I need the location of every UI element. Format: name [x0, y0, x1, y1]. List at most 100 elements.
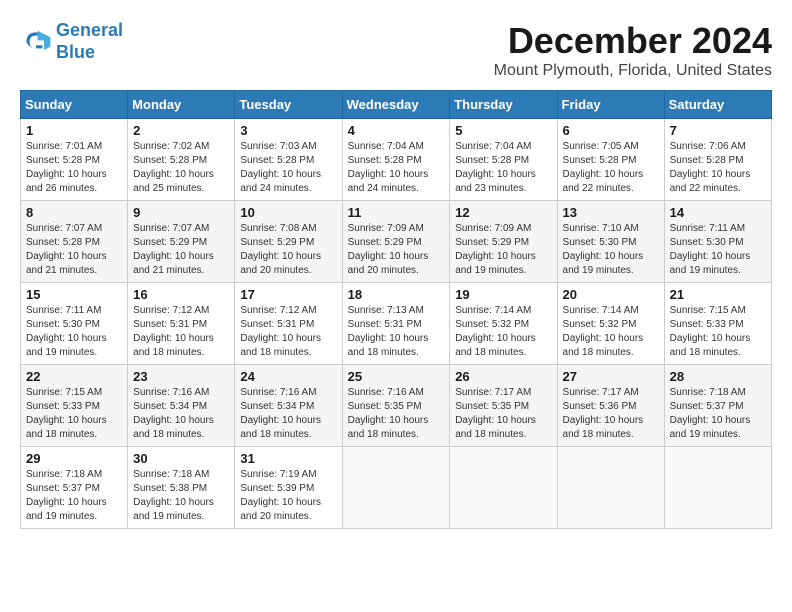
calendar-cell: 28 Sunrise: 7:18 AMSunset: 5:37 PMDaylig… [664, 365, 771, 447]
weekday-header-tuesday: Tuesday [235, 91, 342, 119]
day-number: 2 [133, 123, 229, 138]
day-info: Sunrise: 7:09 AMSunset: 5:29 PMDaylight:… [348, 223, 429, 276]
day-number: 28 [670, 369, 766, 384]
day-info: Sunrise: 7:16 AMSunset: 5:34 PMDaylight:… [240, 387, 321, 440]
logo-line2: Blue [56, 42, 95, 62]
day-info: Sunrise: 7:01 AMSunset: 5:28 PMDaylight:… [26, 141, 107, 194]
day-info: Sunrise: 7:14 AMSunset: 5:32 PMDaylight:… [563, 305, 644, 358]
day-number: 30 [133, 451, 229, 466]
calendar-week-0: 1 Sunrise: 7:01 AMSunset: 5:28 PMDayligh… [21, 119, 772, 201]
calendar-cell: 9 Sunrise: 7:07 AMSunset: 5:29 PMDayligh… [128, 201, 235, 283]
weekday-header-monday: Monday [128, 91, 235, 119]
day-info: Sunrise: 7:15 AMSunset: 5:33 PMDaylight:… [670, 305, 751, 358]
calendar-cell: 26 Sunrise: 7:17 AMSunset: 5:35 PMDaylig… [450, 365, 557, 447]
calendar-cell [664, 447, 771, 529]
day-number: 19 [455, 287, 551, 302]
day-info: Sunrise: 7:14 AMSunset: 5:32 PMDaylight:… [455, 305, 536, 358]
day-info: Sunrise: 7:17 AMSunset: 5:35 PMDaylight:… [455, 387, 536, 440]
calendar-cell: 13 Sunrise: 7:10 AMSunset: 5:30 PMDaylig… [557, 201, 664, 283]
day-number: 11 [348, 205, 445, 220]
calendar-week-3: 22 Sunrise: 7:15 AMSunset: 5:33 PMDaylig… [21, 365, 772, 447]
day-number: 5 [455, 123, 551, 138]
calendar-cell: 25 Sunrise: 7:16 AMSunset: 5:35 PMDaylig… [342, 365, 450, 447]
day-number: 4 [348, 123, 445, 138]
calendar-cell: 21 Sunrise: 7:15 AMSunset: 5:33 PMDaylig… [664, 283, 771, 365]
day-info: Sunrise: 7:08 AMSunset: 5:29 PMDaylight:… [240, 223, 321, 276]
calendar-cell: 5 Sunrise: 7:04 AMSunset: 5:28 PMDayligh… [450, 119, 557, 201]
calendar-week-4: 29 Sunrise: 7:18 AMSunset: 5:37 PMDaylig… [21, 447, 772, 529]
calendar-cell [557, 447, 664, 529]
day-info: Sunrise: 7:16 AMSunset: 5:35 PMDaylight:… [348, 387, 429, 440]
day-number: 23 [133, 369, 229, 384]
day-number: 8 [26, 205, 122, 220]
day-info: Sunrise: 7:09 AMSunset: 5:29 PMDaylight:… [455, 223, 536, 276]
calendar-cell: 4 Sunrise: 7:04 AMSunset: 5:28 PMDayligh… [342, 119, 450, 201]
day-number: 16 [133, 287, 229, 302]
calendar-cell [342, 447, 450, 529]
day-number: 12 [455, 205, 551, 220]
day-number: 6 [563, 123, 659, 138]
calendar-table: SundayMondayTuesdayWednesdayThursdayFrid… [20, 90, 772, 529]
day-info: Sunrise: 7:11 AMSunset: 5:30 PMDaylight:… [26, 305, 107, 358]
day-info: Sunrise: 7:03 AMSunset: 5:28 PMDaylight:… [240, 141, 321, 194]
calendar-cell: 18 Sunrise: 7:13 AMSunset: 5:31 PMDaylig… [342, 283, 450, 365]
logo: General Blue [20, 20, 123, 63]
day-number: 25 [348, 369, 445, 384]
day-number: 24 [240, 369, 336, 384]
logo-icon [20, 26, 52, 58]
day-info: Sunrise: 7:07 AMSunset: 5:29 PMDaylight:… [133, 223, 214, 276]
calendar-title: December 2024 [494, 20, 772, 62]
weekday-header-wednesday: Wednesday [342, 91, 450, 119]
day-info: Sunrise: 7:18 AMSunset: 5:37 PMDaylight:… [26, 469, 107, 522]
day-info: Sunrise: 7:12 AMSunset: 5:31 PMDaylight:… [240, 305, 321, 358]
day-number: 29 [26, 451, 122, 466]
calendar-cell: 22 Sunrise: 7:15 AMSunset: 5:33 PMDaylig… [21, 365, 128, 447]
calendar-cell: 17 Sunrise: 7:12 AMSunset: 5:31 PMDaylig… [235, 283, 342, 365]
calendar-cell: 6 Sunrise: 7:05 AMSunset: 5:28 PMDayligh… [557, 119, 664, 201]
calendar-week-1: 8 Sunrise: 7:07 AMSunset: 5:28 PMDayligh… [21, 201, 772, 283]
day-number: 31 [240, 451, 336, 466]
calendar-cell [450, 447, 557, 529]
title-block: December 2024 Mount Plymouth, Florida, U… [494, 20, 772, 80]
day-info: Sunrise: 7:04 AMSunset: 5:28 PMDaylight:… [348, 141, 429, 194]
calendar-cell: 14 Sunrise: 7:11 AMSunset: 5:30 PMDaylig… [664, 201, 771, 283]
calendar-cell: 7 Sunrise: 7:06 AMSunset: 5:28 PMDayligh… [664, 119, 771, 201]
day-number: 17 [240, 287, 336, 302]
day-info: Sunrise: 7:18 AMSunset: 5:38 PMDaylight:… [133, 469, 214, 522]
calendar-cell: 8 Sunrise: 7:07 AMSunset: 5:28 PMDayligh… [21, 201, 128, 283]
page-header: General Blue December 2024 Mount Plymout… [20, 20, 772, 80]
logo-text: General Blue [56, 20, 123, 63]
calendar-cell: 20 Sunrise: 7:14 AMSunset: 5:32 PMDaylig… [557, 283, 664, 365]
day-info: Sunrise: 7:17 AMSunset: 5:36 PMDaylight:… [563, 387, 644, 440]
day-number: 1 [26, 123, 122, 138]
calendar-week-2: 15 Sunrise: 7:11 AMSunset: 5:30 PMDaylig… [21, 283, 772, 365]
weekday-header-sunday: Sunday [21, 91, 128, 119]
calendar-cell: 3 Sunrise: 7:03 AMSunset: 5:28 PMDayligh… [235, 119, 342, 201]
day-info: Sunrise: 7:05 AMSunset: 5:28 PMDaylight:… [563, 141, 644, 194]
day-number: 26 [455, 369, 551, 384]
calendar-cell: 12 Sunrise: 7:09 AMSunset: 5:29 PMDaylig… [450, 201, 557, 283]
calendar-cell: 11 Sunrise: 7:09 AMSunset: 5:29 PMDaylig… [342, 201, 450, 283]
day-number: 10 [240, 205, 336, 220]
calendar-cell: 10 Sunrise: 7:08 AMSunset: 5:29 PMDaylig… [235, 201, 342, 283]
day-info: Sunrise: 7:02 AMSunset: 5:28 PMDaylight:… [133, 141, 214, 194]
day-info: Sunrise: 7:06 AMSunset: 5:28 PMDaylight:… [670, 141, 751, 194]
calendar-body: 1 Sunrise: 7:01 AMSunset: 5:28 PMDayligh… [21, 119, 772, 529]
weekday-header-row: SundayMondayTuesdayWednesdayThursdayFrid… [21, 91, 772, 119]
day-info: Sunrise: 7:13 AMSunset: 5:31 PMDaylight:… [348, 305, 429, 358]
day-number: 7 [670, 123, 766, 138]
day-info: Sunrise: 7:15 AMSunset: 5:33 PMDaylight:… [26, 387, 107, 440]
calendar-cell: 30 Sunrise: 7:18 AMSunset: 5:38 PMDaylig… [128, 447, 235, 529]
weekday-header-saturday: Saturday [664, 91, 771, 119]
calendar-cell: 29 Sunrise: 7:18 AMSunset: 5:37 PMDaylig… [21, 447, 128, 529]
day-number: 20 [563, 287, 659, 302]
day-number: 14 [670, 205, 766, 220]
day-number: 21 [670, 287, 766, 302]
day-number: 15 [26, 287, 122, 302]
calendar-subtitle: Mount Plymouth, Florida, United States [494, 62, 772, 80]
day-info: Sunrise: 7:11 AMSunset: 5:30 PMDaylight:… [670, 223, 751, 276]
day-info: Sunrise: 7:12 AMSunset: 5:31 PMDaylight:… [133, 305, 214, 358]
weekday-header-friday: Friday [557, 91, 664, 119]
day-number: 27 [563, 369, 659, 384]
calendar-cell: 23 Sunrise: 7:16 AMSunset: 5:34 PMDaylig… [128, 365, 235, 447]
